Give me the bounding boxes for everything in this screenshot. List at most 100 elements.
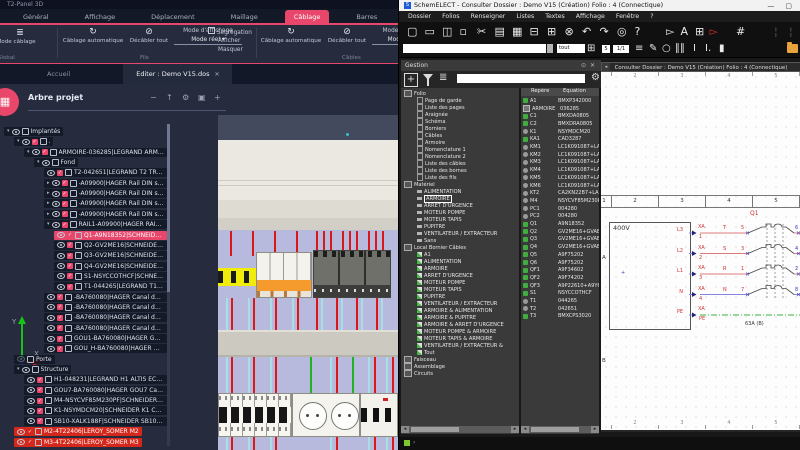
eye-icon[interactable] [32,149,40,155]
text-icon[interactable]: A [681,24,689,39]
eye-icon[interactable] [22,367,30,373]
checkbox-icon[interactable]: ✓ [62,222,68,228]
gestion-tree-item[interactable]: Circuits [404,370,433,377]
lamp-icon[interactable]: ○ [662,42,671,56]
menu-fenêtre[interactable]: Fenêtre [616,13,639,20]
settings-gear-icon[interactable]: ⚙ [591,72,600,83]
menu-folios[interactable]: Folios [442,13,460,20]
eye-icon[interactable] [52,201,60,207]
gestion-panel-header[interactable]: Gestion ⊙✕ [401,60,601,71]
scrollbar-thumb[interactable] [531,427,579,432]
checkbox-icon[interactable]: ✓ [67,284,73,290]
gestion-tree-item[interactable]: VENTILATEUR / EXTRACTEUR [417,300,497,307]
eye-icon[interactable] [27,418,35,424]
tree-row[interactable]: ✓H1-048231|LEGRAND H1 ALTIS ECLAIRAGE 11… [24,375,167,384]
open-folder-icon[interactable]: ▭ [425,24,435,39]
pencil-icon[interactable]: ✎ [649,42,657,56]
cablage-automatique-button[interactable]: ↻ Câblage automatique [62,27,124,44]
gestion-tree-item[interactable]: MOTEUR TAPIS & ARMOIRE [417,335,493,342]
eye-icon[interactable] [22,139,30,145]
table-row[interactable]: Q1A9N18352 [523,220,584,228]
menu-affichage[interactable]: Affichage [576,13,605,20]
gestion-tree-item[interactable]: ARMOIRE & PUPITRE [417,314,476,321]
cursor-ibeam-dot-icon[interactable]: Ι. [705,42,711,56]
eye-icon[interactable] [57,242,65,248]
checkbox-icon[interactable]: ✓ [67,273,73,279]
table-row[interactable]: KM3LC1K091087+LA1KN [523,159,599,167]
tree-row[interactable]: ▾✓RAIL1-A09900|HAGER RAIL1 Rail DIN symé… [44,220,167,229]
eye-icon[interactable] [47,336,55,342]
checkbox-icon[interactable]: ✓ [42,149,48,155]
column-repere[interactable]: Repère [521,88,563,96]
checkbox-icon[interactable]: ✓ [32,139,38,145]
eye-icon[interactable] [27,398,35,404]
tree-row[interactable]: ▸✓-A09900|HAGER Rail DIN symétriq 15mm 2… [44,179,167,188]
ribbon-tab-maillage[interactable]: Maillage [222,10,267,23]
gestion-tree-item[interactable]: Local Bornier Câbles [404,244,466,251]
checkbox-icon[interactable]: ✓ [57,346,63,352]
chevron-icon[interactable]: ▾ [7,127,10,136]
gestion-tree-item[interactable]: A1 [417,251,431,258]
gestion-tree-item[interactable]: Schéma [417,118,445,125]
table-row[interactable]: T2042651 [523,305,577,313]
new-document-icon[interactable]: ▢ [407,24,417,39]
print-setup-icon[interactable]: ⊞ [547,24,556,39]
gestion-tree-item[interactable]: MOTEUR POMPE [417,209,465,216]
gestion-tree-item[interactable]: Tout [417,349,435,356]
mode-reel-dropdown[interactable]: Mode réel [372,36,398,45]
tree-row[interactable]: ▸✓-A09900|HAGER Rail DIN symétriq 15mm 2… [44,199,167,208]
checkbox-icon[interactable]: ✓ [62,201,68,207]
tree-row[interactable]: ✓T2-042651|LEGRAND T2 TRANSFO TSFC 24V [44,168,167,177]
masquer-button[interactable]: Masquer [218,47,243,53]
gestion-tree-item[interactable]: Armoire [417,139,445,146]
table-row[interactable]: KA1CAD3287 [523,136,582,144]
eye-icon[interactable] [52,191,60,197]
tree-row[interactable]: ✓-BA760080|HAGER Canal de câblage en PVC… [44,293,167,302]
tree-row[interactable]: ✓Q1-A9N18352|SCHNEIDER Q1 Disjoncteur ..… [54,231,167,240]
mode-cablage-button[interactable]: ≣ Mode câblage [2,28,38,45]
checkbox-icon[interactable]: ✓ [57,325,63,331]
table-row[interactable]: Q6A9F75202 [523,259,583,267]
gestion-tree-item[interactable]: Nomenclature 1 [417,146,466,153]
gestion-tree-item[interactable]: MOTEUR TAPIS [417,216,462,223]
gestion-tree-item[interactable]: PUPITRE [417,293,445,300]
target-icon[interactable]: ◎ [617,24,627,39]
checkbox-icon[interactable]: ✓ [62,191,68,197]
gestion-pin-icon[interactable]: ⊙ [581,62,586,69]
gestion-tree-item[interactable]: Nomenclature 2 [417,153,466,160]
checkbox-icon[interactable]: ✓ [57,294,63,300]
decabler-tout-button[interactable]: ⊘ Décâbler tout [126,27,172,44]
checkbox-icon[interactable]: ✓ [67,253,73,259]
table-row[interactable]: ARMOIRE036285 [523,105,579,113]
gestion-tree-item[interactable]: Sans [417,237,436,244]
copy-icon[interactable]: ▦ [512,24,522,39]
eye-icon[interactable] [57,273,65,279]
schematic-canvas[interactable]: 2233445512345AB400V+L3L2L1NPEXA1XA2XA3XA… [601,72,800,430]
tree-row[interactable]: ✓K1-NSYMDCM20|SCHNEIDER K1 Contact de p.… [24,406,167,415]
scroll-right-arrow[interactable]: ▸ [591,426,599,433]
checkbox-icon[interactable]: ✓ [27,439,33,445]
tab-accueil[interactable]: Accueil [34,64,83,84]
ribbon-tab-câblage[interactable]: Câblage [285,10,330,23]
grid-fence-icon[interactable]: # [736,24,745,39]
wire-lines-icon[interactable]: ≡ [635,42,643,56]
redo-icon[interactable]: ↷ [600,24,609,39]
eye-icon[interactable] [27,377,35,383]
ribbon-tab-affichage[interactable]: Affichage [76,10,125,23]
table-row[interactable]: KT2CA2KN22B7+LA2KT2 [523,189,599,197]
chevron-icon[interactable]: ▾ [17,137,20,146]
horizontal-scrollbar[interactable]: ◂ ▸ [401,426,519,433]
add-button[interactable]: + [404,73,418,87]
tree-row[interactable]: ▾Implantés [4,127,63,136]
maximize-button[interactable]: ▢ [781,2,796,10]
eye-icon[interactable] [17,429,25,435]
gestion-tree-item[interactable]: ARMOIRE [417,195,452,202]
table-row[interactable]: T1044265 [523,297,577,305]
delete-icon[interactable]: ⊗ [565,24,574,39]
cables-decabler-tout-button[interactable]: ⊘ Décâbler tout [324,27,370,44]
chevron-icon[interactable]: ▸ [47,210,50,219]
checkbox-icon[interactable]: ✓ [62,211,68,217]
eye-icon[interactable] [47,325,55,331]
gestion-close-icon[interactable]: ✕ [590,62,595,69]
tree-row[interactable]: ✓M4-NSYCVF85M230PF|SCHNEIDER M4 Ventila.… [24,396,167,405]
